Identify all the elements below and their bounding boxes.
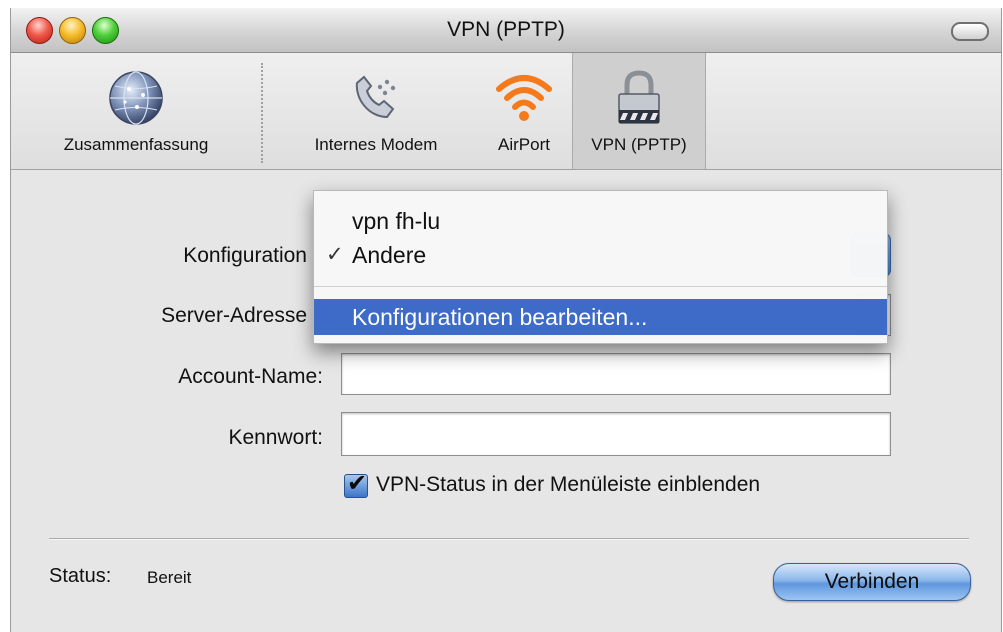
konfiguration-label: Konfiguration <box>183 244 307 267</box>
toolbar-item-internes-modem[interactable]: Internes Modem <box>281 53 471 169</box>
menu-item-label: vpn fh-lu <box>352 208 441 234</box>
toolbar-item-label: AirPort <box>498 135 550 154</box>
kennwort-field[interactable] <box>341 412 891 456</box>
status-value: Bereit <box>147 568 192 587</box>
toolbar-item-label: Zusammenfassung <box>63 135 209 154</box>
lock-icon <box>618 70 660 124</box>
connect-button[interactable]: Verbinden <box>773 563 971 601</box>
toolbar-item-label: VPN (PPTP) <box>591 135 687 154</box>
title-bar[interactable]: VPN (PPTP) <box>11 8 1001 53</box>
toolbar-item-label: Internes Modem <box>314 135 438 154</box>
toolbar-toggle-button[interactable] <box>951 22 989 41</box>
vpn-status-checkbox[interactable]: ✔ <box>344 470 368 498</box>
menu-item-label: Andere <box>352 242 427 268</box>
toolbar-separator <box>261 63 263 163</box>
menu-separator <box>314 286 887 287</box>
vpn-window: VPN (PPTP) Zusammenfassung Internes Mode… <box>10 8 1002 632</box>
wifi-icon <box>496 75 552 121</box>
account-name-label: Account-Name: <box>178 365 323 388</box>
globe-icon <box>109 71 163 125</box>
checkmark-icon: ✓ <box>326 243 344 266</box>
divider <box>49 538 969 540</box>
toolbar-item-zusammenfassung[interactable]: Zusammenfassung <box>25 53 247 169</box>
toolbar-item-airport[interactable]: AirPort <box>481 53 567 169</box>
checkmark-icon: ✔ <box>347 470 368 497</box>
menu-item-konfigurationen-bearbeiten[interactable]: Konfigurationen bearbeiten... <box>314 299 887 335</box>
account-name-field[interactable] <box>341 353 891 395</box>
menu-item-vpn-fh-lu[interactable]: vpn fh-lu <box>314 205 887 237</box>
menu-item-andere[interactable]: ✓ Andere <box>314 239 887 271</box>
server-address-label: Server-Adresse <box>161 304 307 327</box>
status-label: Status: <box>49 565 112 587</box>
vpn-status-checkbox-label: VPN-Status in der Menüleiste einblenden <box>376 473 761 496</box>
toolbar-item-vpn-pptp[interactable]: VPN (PPTP) <box>572 53 706 169</box>
konfiguration-popup-menu: vpn fh-lu ✓ Andere Konfigurationen bearb… <box>313 190 888 344</box>
phone-icon <box>355 75 396 119</box>
menu-item-label: Konfigurationen bearbeiten... <box>352 304 648 330</box>
kennwort-label: Kennwort: <box>228 426 323 449</box>
toolbar: Zusammenfassung Internes Modem AirPort V… <box>11 53 1001 170</box>
window-title: VPN (PPTP) <box>447 18 565 41</box>
